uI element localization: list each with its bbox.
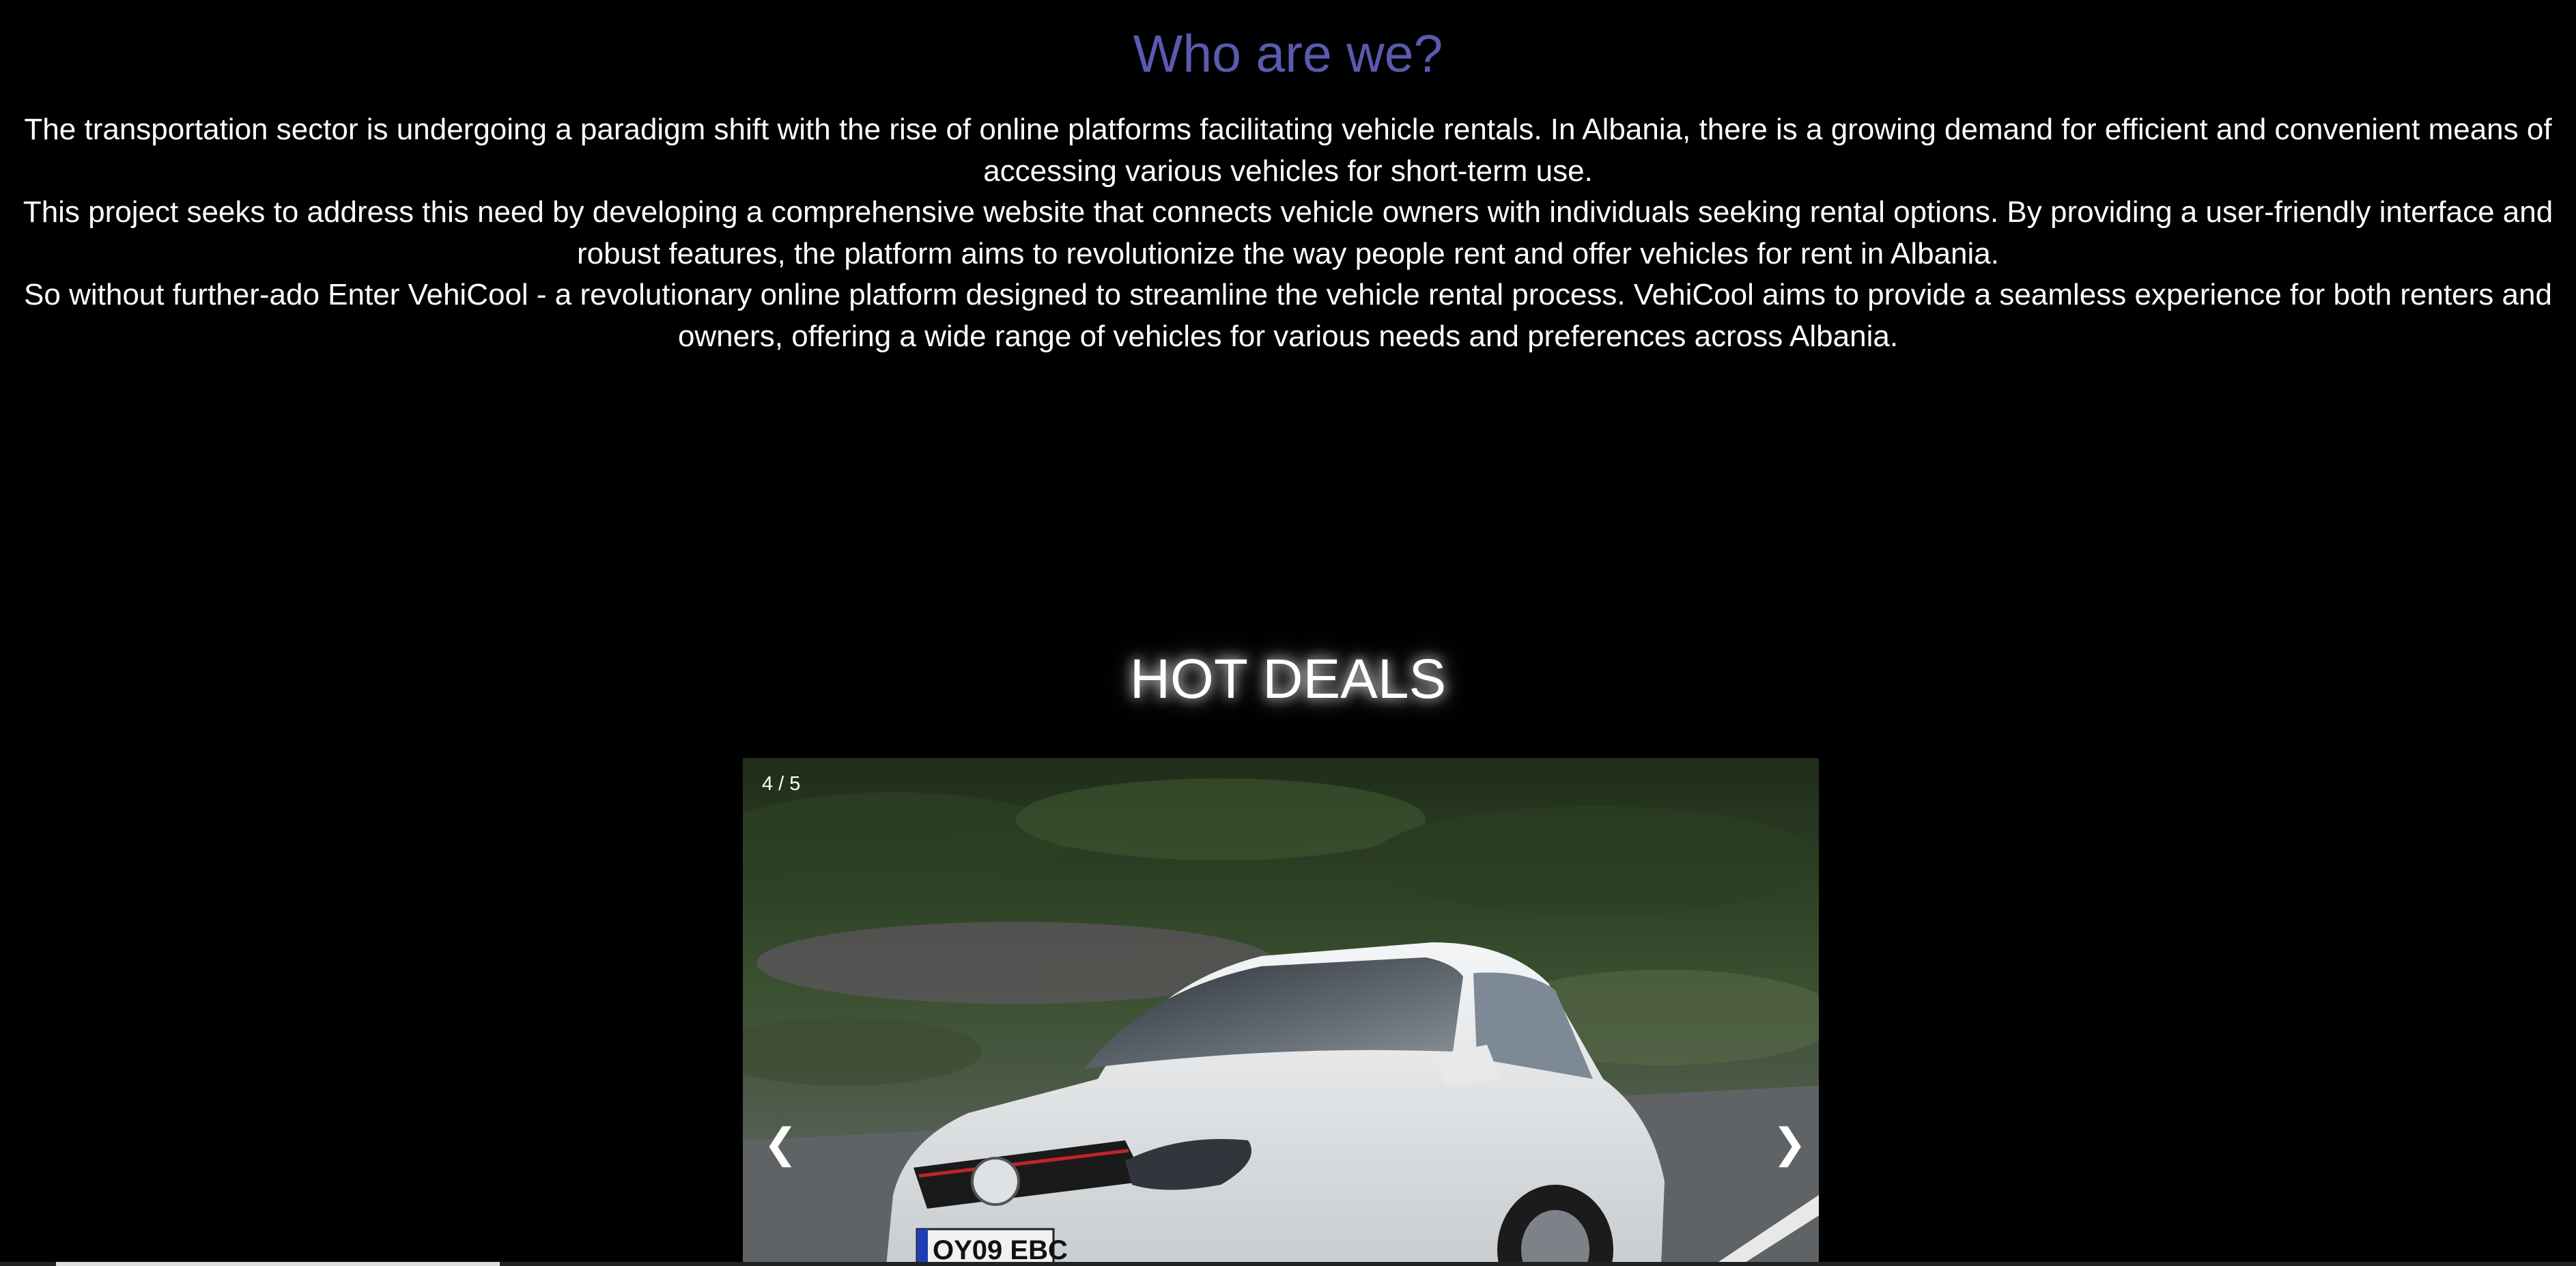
about-paragraph: The transportation sector is undergoing … (24, 113, 2552, 188)
next-slide-button[interactable]: ❯ (1772, 1120, 1807, 1168)
hot-deals-title: HOT DEALS (1129, 648, 1447, 710)
hot-deals-slideshow: OY09 EBC 4 / 5 (743, 758, 1819, 1266)
slide-counter: 4 / 5 (762, 773, 801, 795)
about-paragraph: So without further-ado Enter VehiCool - … (24, 278, 2552, 353)
previous-slide-button[interactable]: ❮ (763, 1120, 797, 1168)
about-paragraph: This project seeks to address this need … (23, 195, 2553, 270)
license-plate-text: OY09 EBC (933, 1235, 1068, 1265)
about-title: Who are we? (1133, 25, 1443, 83)
car-photo: OY09 EBC (743, 758, 1819, 1266)
about-text: The transportation sector is undergoing … (0, 109, 2576, 357)
scrollbar-thumb[interactable] (56, 1262, 500, 1266)
